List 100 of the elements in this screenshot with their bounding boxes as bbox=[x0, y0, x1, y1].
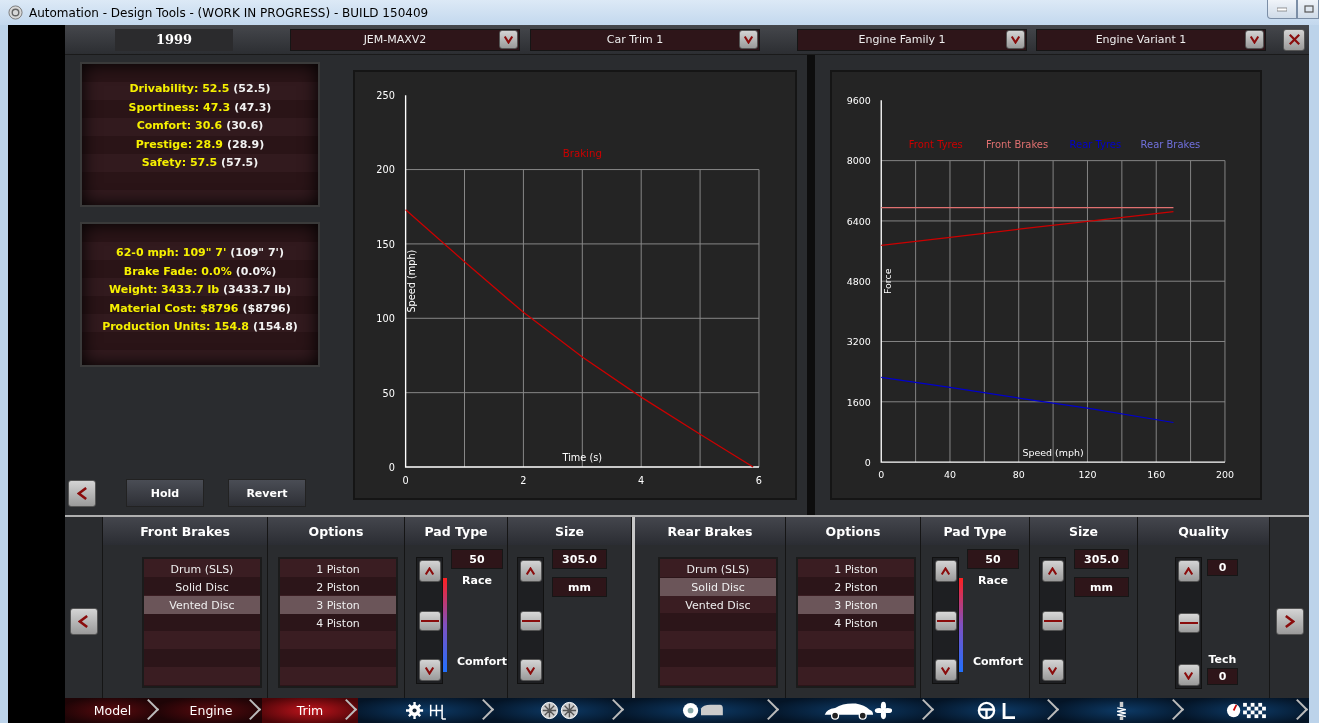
slider-thumb[interactable] bbox=[519, 610, 542, 631]
previous-button[interactable] bbox=[69, 608, 98, 635]
next-button[interactable] bbox=[1275, 608, 1304, 635]
icon-tab[interactable] bbox=[1185, 698, 1309, 723]
stat-value: Safety: 57.5 bbox=[141, 155, 218, 171]
increase-button[interactable] bbox=[418, 560, 441, 582]
action-button[interactable]: Revert bbox=[228, 479, 306, 507]
axis-tick-label: 8000 bbox=[846, 155, 871, 167]
axis-tick-label: 120 bbox=[1078, 469, 1097, 481]
chevron-down-icon bbox=[425, 665, 434, 675]
increase-button[interactable] bbox=[934, 560, 957, 582]
list-item[interactable]: 3 Piston bbox=[280, 596, 396, 614]
action-button[interactable]: Hold bbox=[126, 479, 204, 507]
increase-button[interactable] bbox=[1177, 560, 1200, 582]
slider-thumb[interactable] bbox=[418, 610, 441, 631]
unit-display: mm bbox=[552, 577, 607, 597]
stat-value: Comfort: 30.6 bbox=[136, 118, 223, 134]
stat-value: Sportiness: 47.3 bbox=[128, 99, 231, 116]
list-item[interactable]: Vented Disc bbox=[660, 596, 776, 614]
stat-baseline: (3433.7 lb) bbox=[223, 282, 292, 298]
axis-tick-label: 250 bbox=[376, 90, 395, 102]
nav-tab[interactable]: Trim bbox=[262, 698, 358, 723]
legend-label: Rear Tyres bbox=[1069, 139, 1122, 151]
chevron-down-icon bbox=[941, 665, 950, 675]
chevron-left-icon bbox=[76, 486, 88, 500]
maximize-button[interactable] bbox=[1297, 0, 1319, 19]
dropdown-button[interactable] bbox=[739, 30, 758, 49]
nav-tab[interactable]: Model bbox=[65, 698, 160, 723]
axis-tick-label: 80 bbox=[1012, 469, 1025, 481]
axis-tick-label: 160 bbox=[1147, 469, 1166, 481]
chevron-down-icon bbox=[526, 665, 535, 675]
value-display: 0 bbox=[1207, 668, 1238, 685]
decrease-button[interactable] bbox=[418, 659, 441, 681]
gauge-flag-icon bbox=[1226, 701, 1268, 720]
column-header: Front Brakes bbox=[103, 517, 268, 545]
stat-value: Weight: 3433.7 lb bbox=[108, 282, 220, 298]
y-axis-label: Force bbox=[881, 268, 893, 294]
chevron-up-icon bbox=[941, 566, 950, 576]
maximize-icon bbox=[1304, 5, 1314, 13]
slider-thumb[interactable] bbox=[1177, 613, 1200, 633]
list-item[interactable]: Drum (SLS) bbox=[660, 560, 776, 578]
chevron-left-icon bbox=[78, 615, 89, 628]
car-fan-icon bbox=[822, 701, 893, 720]
chevron-up-icon bbox=[425, 566, 434, 576]
stat-value: Drivability: 52.5 bbox=[129, 81, 230, 97]
list-item[interactable]: 2 Piston bbox=[280, 578, 396, 596]
list-item[interactable]: 4 Piston bbox=[798, 614, 914, 632]
decrease-button[interactable] bbox=[519, 659, 542, 681]
brake-disc-icon bbox=[681, 701, 724, 720]
decrease-button[interactable] bbox=[1041, 659, 1064, 681]
stat-baseline: (0.0%) bbox=[235, 263, 277, 280]
dropdown-button[interactable] bbox=[1006, 30, 1025, 49]
list-item[interactable]: 2 Piston bbox=[798, 578, 914, 596]
icon-tab[interactable] bbox=[358, 698, 495, 723]
axis-tick-label: 9600 bbox=[846, 95, 871, 107]
chevron-down-icon bbox=[744, 35, 753, 44]
legend-label: Front Brakes bbox=[986, 139, 1049, 151]
list-item[interactable]: Drum (SLS) bbox=[144, 560, 260, 578]
list-item[interactable]: Solid Disc bbox=[144, 578, 260, 596]
decrease-button[interactable] bbox=[934, 659, 957, 681]
scale-label: Comfort bbox=[972, 655, 1024, 668]
list-item[interactable]: Solid Disc bbox=[660, 578, 776, 596]
scale-label: Race bbox=[462, 574, 492, 587]
increase-button[interactable] bbox=[1041, 560, 1064, 582]
dropdown-button[interactable] bbox=[499, 30, 518, 49]
axis-tick-label: 200 bbox=[376, 164, 395, 176]
list-item[interactable]: 3 Piston bbox=[798, 596, 914, 614]
increase-button[interactable] bbox=[519, 560, 542, 582]
legend-label: Braking bbox=[562, 147, 602, 159]
slider-thumb[interactable] bbox=[934, 610, 957, 631]
column-header: Quality bbox=[1138, 517, 1270, 545]
dropdown-button[interactable] bbox=[1245, 30, 1264, 49]
scale-label: Comfort bbox=[456, 655, 508, 668]
axis-tick-label: 150 bbox=[376, 238, 395, 250]
chevron-down-icon bbox=[504, 35, 513, 44]
back-button[interactable] bbox=[68, 479, 96, 507]
stat-value: Material Cost: $8796 bbox=[109, 300, 239, 317]
list-item[interactable]: 4 Piston bbox=[280, 614, 396, 632]
list-item[interactable]: Vented Disc bbox=[144, 596, 260, 614]
x-axis-label: Time (s) bbox=[562, 452, 603, 464]
column-header: Rear Brakes bbox=[635, 517, 786, 545]
nav-tab[interactable]: Engine bbox=[160, 698, 262, 723]
value-display: 0 bbox=[1207, 559, 1238, 576]
y-axis-label: Speed (mph) bbox=[406, 249, 418, 313]
axis-tick-label: 6 bbox=[755, 474, 763, 486]
app-icon bbox=[8, 5, 23, 20]
chevron-up-icon bbox=[1048, 566, 1057, 576]
stat-value: Production Units: 154.8 bbox=[102, 319, 249, 335]
close-button[interactable] bbox=[1283, 28, 1305, 51]
slider-thumb[interactable] bbox=[1041, 610, 1064, 631]
stat-baseline: ($8796) bbox=[242, 300, 291, 317]
chevron-down-icon bbox=[1011, 35, 1020, 44]
list-item[interactable]: 1 Piston bbox=[280, 560, 396, 578]
stat-value: Brake Fade: 0.0% bbox=[123, 263, 232, 280]
decrease-button[interactable] bbox=[1177, 664, 1200, 686]
list-item[interactable]: 1 Piston bbox=[798, 560, 914, 578]
legend-label: Rear Brakes bbox=[1140, 139, 1201, 151]
tech-label: Tech bbox=[1208, 653, 1237, 666]
minimize-button[interactable] bbox=[1267, 0, 1297, 19]
axis-tick-label: 0 bbox=[864, 456, 871, 468]
